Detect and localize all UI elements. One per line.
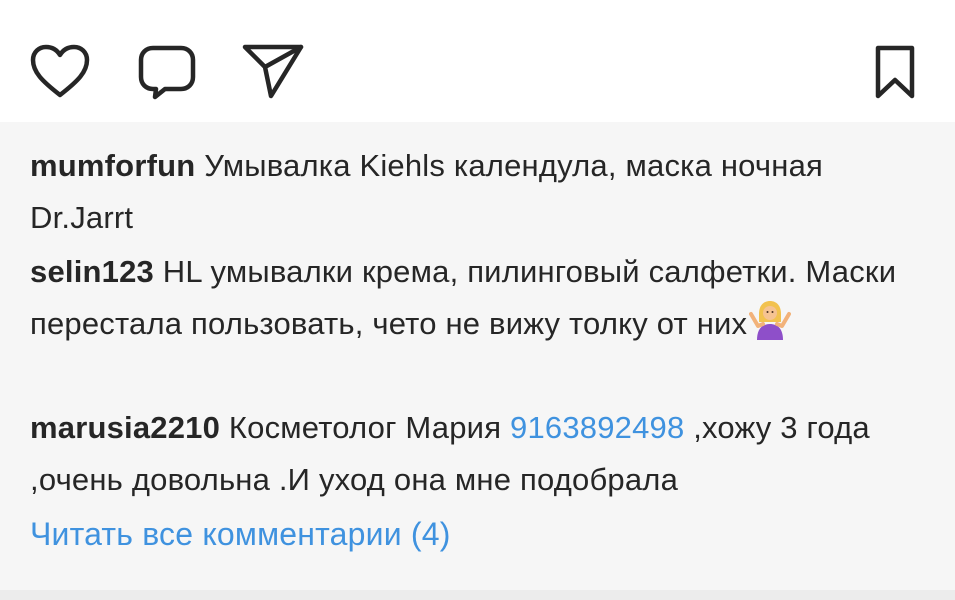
phone-number-link[interactable]: 9163892498 — [510, 410, 684, 445]
comment-text: Косметолог Мария — [228, 410, 510, 445]
comment-item: mumforfun Умывалка Kiehls календула, мас… — [30, 140, 930, 244]
comment-bubble-icon[interactable] — [137, 44, 197, 100]
comment-username[interactable]: mumforfun — [30, 148, 195, 183]
comment-username[interactable]: selin123 — [30, 254, 154, 289]
person-shrugging-emoji — [749, 300, 792, 356]
section-divider — [0, 590, 955, 600]
comment-item: marusia2210 Косметолог Мария 9163892498 … — [30, 402, 930, 506]
comment-item: selin123 HL умывалки крема, пилинговый с… — [30, 246, 930, 356]
post-action-bar — [0, 0, 955, 122]
bookmark-icon[interactable] — [872, 44, 918, 100]
view-all-comments-link[interactable]: Читать все комментарии (4) — [30, 508, 451, 560]
heart-icon[interactable] — [30, 44, 90, 98]
comment-username[interactable]: marusia2210 — [30, 410, 220, 445]
paper-plane-icon[interactable] — [241, 43, 305, 99]
